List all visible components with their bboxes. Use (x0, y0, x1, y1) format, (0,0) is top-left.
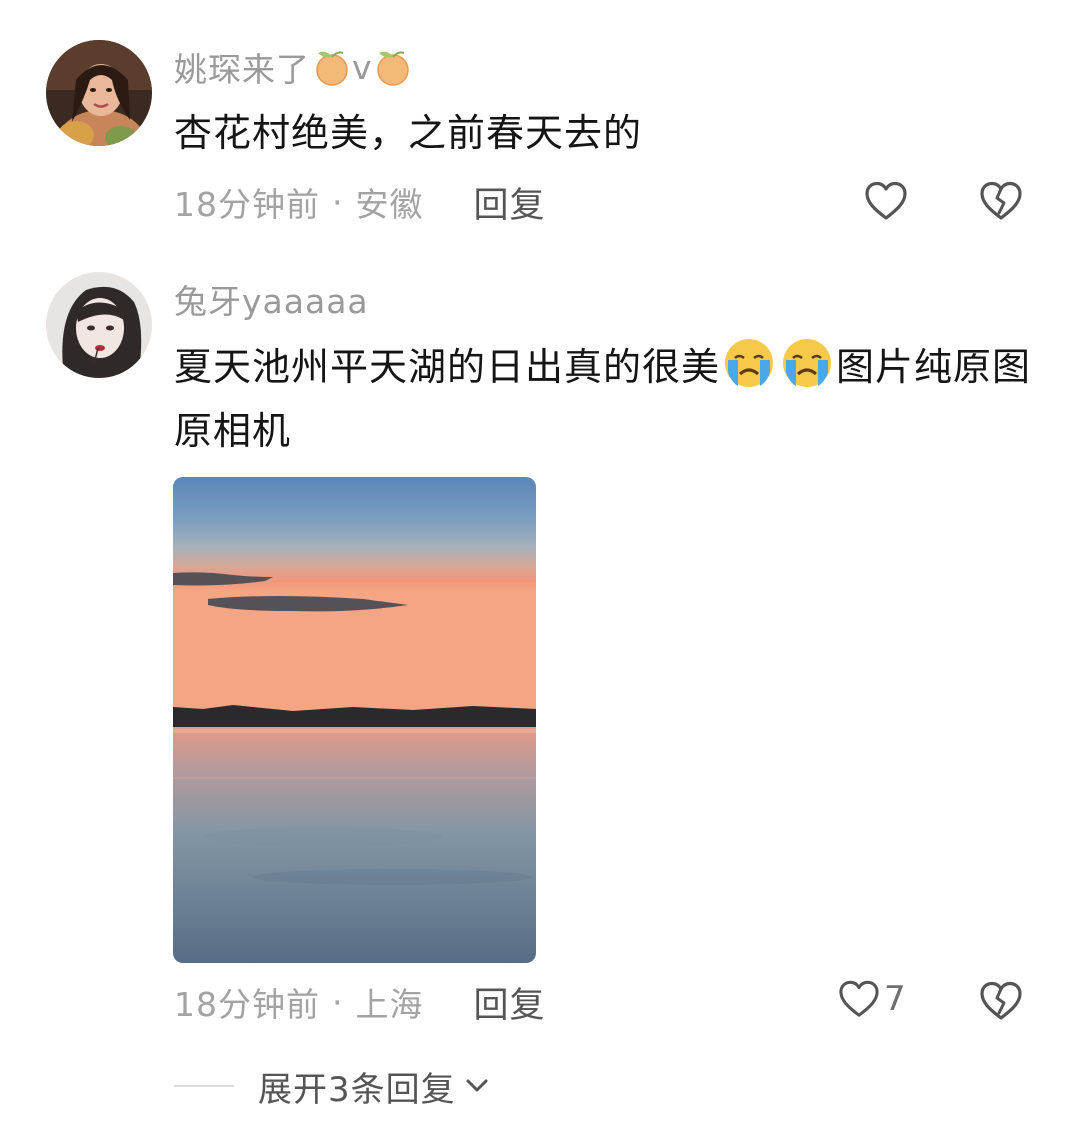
avatar-photo-icon (46, 40, 152, 146)
comment-meta: 18分钟前 · 上海 回复 (174, 977, 546, 1027)
peach-badge-icon (310, 45, 354, 89)
heart-icon (865, 181, 907, 220)
avatar[interactable] (46, 272, 152, 378)
comment-location: 上海 (355, 985, 424, 1024)
loudly-crying-face-emoji-icon (722, 336, 776, 390)
reply-button[interactable]: 回复 (474, 177, 546, 228)
meta-separator: · (332, 182, 344, 222)
lake-sunrise-photo-icon (173, 477, 536, 963)
comment-text: 杏花村绝美，之前春天去的 (174, 111, 643, 155)
username[interactable]: 姚琛来了 (174, 43, 310, 91)
heart-icon (839, 980, 879, 1017)
username[interactable]: 兔牙yaaaaa (174, 275, 369, 323)
expand-replies-label: 展开3条回复 (258, 1069, 456, 1110)
comment-time: 18分钟前 (174, 985, 320, 1024)
badge-v: v (352, 47, 373, 87)
comment-time: 18分钟前 (174, 185, 320, 224)
reply-button[interactable]: 回复 (474, 977, 546, 1028)
comment-meta: 18分钟前 · 安徽 回复 (174, 177, 546, 227)
broken-heart-icon (980, 181, 1022, 220)
like-button[interactable]: 7 (838, 979, 906, 1019)
avatar[interactable] (46, 40, 152, 146)
peach-badge-icon (371, 45, 415, 89)
comment-text: 夏天池州平天湖的日出真的很美 图片纯原图原相机 (174, 335, 1044, 463)
divider-line (174, 1085, 234, 1087)
username-row: 兔牙yaaaaa (174, 274, 369, 324)
dislike-button[interactable] (979, 180, 1023, 222)
broken-heart-icon (980, 981, 1022, 1020)
chevron-down-icon (466, 1079, 488, 1092)
username-row: 姚琛来了 v (174, 42, 415, 92)
comment-location: 安徽 (355, 185, 424, 224)
like-count: 7 (884, 979, 906, 1019)
meta-separator: · (332, 982, 344, 1022)
avatar-photo-icon (46, 272, 152, 378)
like-button[interactable] (864, 180, 908, 222)
expand-replies-button[interactable]: 展开3条回复 (174, 1061, 492, 1111)
comment-image[interactable] (173, 477, 536, 963)
comment-text-part: 夏天池州平天湖的日出真的很美 (174, 345, 721, 389)
loudly-crying-face-emoji-icon (780, 336, 834, 390)
comment-thread: 姚琛来了 v 杏花村绝美，之前春天去的 18分钟前 · 安徽 回复 兔牙yaaa… (0, 0, 1080, 1141)
dislike-button[interactable] (979, 980, 1023, 1022)
